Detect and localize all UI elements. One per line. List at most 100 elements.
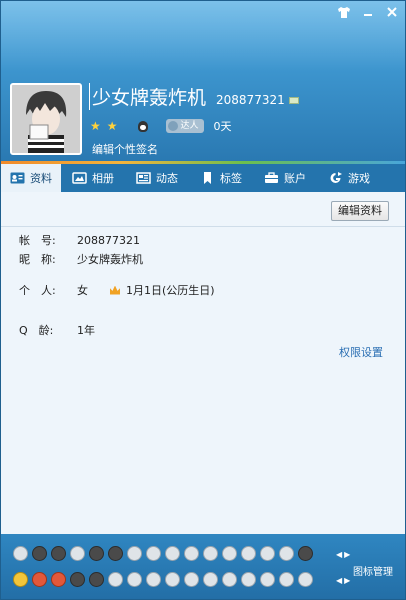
avatar-image xyxy=(12,85,80,153)
service-icon[interactable] xyxy=(89,572,104,587)
star-service-icon[interactable] xyxy=(241,546,256,561)
diamond-icon[interactable] xyxy=(203,546,218,561)
icon-manage-link[interactable]: 图标管理 xyxy=(353,563,393,578)
nickname-label: 昵 称: xyxy=(19,253,56,266)
tab-account[interactable]: 账户 xyxy=(253,164,317,192)
feed-icon xyxy=(136,172,151,184)
service-icon[interactable] xyxy=(279,572,294,587)
active-days: 0天 xyxy=(213,120,232,133)
photo-album-icon xyxy=(72,172,87,184)
service-icon[interactable] xyxy=(108,572,123,587)
nickname-field: 昵 称: 少女牌轰炸机 xyxy=(19,251,143,267)
profile-card-icon xyxy=(10,172,25,184)
gender-value: 女 xyxy=(77,284,88,297)
avatar[interactable] xyxy=(10,83,82,155)
divider xyxy=(1,226,405,227)
permission-settings-link[interactable]: 权限设置 xyxy=(339,344,383,360)
signature-field[interactable]: 编辑个性签名 xyxy=(92,141,158,157)
icon-row-bottom xyxy=(13,572,313,587)
service-icon[interactable] xyxy=(51,546,66,561)
birthday-icon xyxy=(110,285,120,295)
nickname-title[interactable]: 少女牌轰炸机 xyxy=(89,83,206,110)
personal-value: 女 1月1日(公历生日) xyxy=(77,282,215,298)
icon-row-arrows[interactable]: ◀ ▶ xyxy=(336,576,350,585)
icon-row-top xyxy=(13,546,313,561)
tab-label: 游戏 xyxy=(348,172,370,185)
diamond-icon[interactable] xyxy=(260,546,275,561)
service-icon[interactable] xyxy=(32,572,47,587)
window-controls xyxy=(337,7,399,21)
diamond-icon[interactable] xyxy=(127,546,142,561)
penguin-icon[interactable] xyxy=(137,120,148,132)
tab-album[interactable]: 相册 xyxy=(61,164,125,192)
service-icon[interactable] xyxy=(298,572,313,587)
tab-label: 账户 xyxy=(284,172,306,185)
tab-bar: 资料 相册 动态 标签 账户 游戏 xyxy=(1,164,405,192)
app-icon[interactable] xyxy=(70,572,85,587)
close-icon[interactable] xyxy=(385,7,399,21)
account-label: 帐 号: xyxy=(19,234,56,247)
minimize-icon[interactable] xyxy=(361,7,375,21)
qq-number-header: 208877321 xyxy=(216,93,299,107)
daren-badge[interactable]: 达人 xyxy=(165,119,204,133)
service-icon[interactable] xyxy=(184,572,199,587)
service-icon[interactable] xyxy=(13,546,28,561)
profile-content: 编辑资料 帐 号: 208877321 昵 称: 少女牌轰炸机 个 人: 女 1… xyxy=(1,192,405,534)
diamond-icon[interactable] xyxy=(146,546,161,561)
arrow-right-icon[interactable]: ▶ xyxy=(344,550,350,559)
wallet-icon xyxy=(265,172,278,183)
qage-label: Q 龄: xyxy=(19,324,54,337)
diamond-icon[interactable] xyxy=(184,546,199,561)
qq-number-text: 208877321 xyxy=(216,93,285,107)
copy-icon[interactable] xyxy=(288,97,299,104)
diamond-icon[interactable] xyxy=(222,546,237,561)
service-icon[interactable] xyxy=(165,572,180,587)
bookmark-icon xyxy=(204,172,211,184)
service-icon[interactable] xyxy=(32,546,47,561)
service-icon[interactable] xyxy=(108,546,123,561)
arrow-left-icon[interactable]: ◀ xyxy=(336,550,342,559)
edit-profile-button[interactable]: 编辑资料 xyxy=(331,201,389,221)
nickname-value[interactable]: 少女牌轰炸机 xyxy=(77,251,143,267)
qage-field: Q 龄: 1年 xyxy=(19,322,95,338)
icon-row-arrows[interactable]: ◀ ▶ xyxy=(336,550,350,559)
arrow-left-icon[interactable]: ◀ xyxy=(336,576,342,585)
icon-bar: ◀ ▶ ◀ ▶ 图标管理 xyxy=(1,534,405,599)
heart-icon[interactable] xyxy=(279,546,294,561)
skin-icon[interactable] xyxy=(337,7,351,21)
tab-games[interactable]: 游戏 xyxy=(317,164,381,192)
tab-tags[interactable]: 标签 xyxy=(189,164,253,192)
account-value[interactable]: 208877321 xyxy=(77,232,140,248)
star-icon[interactable]: ★ xyxy=(90,120,101,132)
tab-label: 相册 xyxy=(92,172,114,185)
arrow-right-icon[interactable]: ▶ xyxy=(344,576,350,585)
star-icon[interactable]: ★ xyxy=(107,120,118,132)
profile-window: 少女牌轰炸机 208877321 ★ ★ 达人 0天 编辑个性签名 资料 相册 … xyxy=(0,0,406,600)
service-icon[interactable] xyxy=(298,546,313,561)
service-icon[interactable] xyxy=(13,572,28,587)
tab-profile[interactable]: 资料 xyxy=(1,164,61,192)
level-badges: ★ ★ 达人 0天 xyxy=(90,118,232,134)
personal-label: 个 人: xyxy=(19,284,56,297)
game-icon xyxy=(330,172,342,183)
birthday-value: 1月1日(公历生日) xyxy=(126,284,215,297)
diamond-icon[interactable] xyxy=(165,546,180,561)
account-field: 帐 号: 208877321 xyxy=(19,232,140,248)
mail-icon[interactable] xyxy=(51,572,66,587)
service-icon[interactable] xyxy=(89,546,104,561)
tab-label: 标签 xyxy=(220,172,242,185)
profile-header: 少女牌轰炸机 208877321 ★ ★ 达人 0天 编辑个性签名 xyxy=(1,1,405,161)
shield-icon[interactable] xyxy=(127,572,142,587)
diamond-icon[interactable] xyxy=(70,546,85,561)
tab-label: 资料 xyxy=(30,172,52,185)
service-icon[interactable] xyxy=(241,572,256,587)
personal-field: 个 人: 女 1月1日(公历生日) xyxy=(19,282,215,298)
qage-value: 1年 xyxy=(77,324,95,337)
tab-feed[interactable]: 动态 xyxy=(125,164,189,192)
penguin-icon[interactable] xyxy=(203,572,218,587)
service-icon[interactable] xyxy=(146,572,161,587)
service-icon[interactable] xyxy=(260,572,275,587)
nickname-row: 少女牌轰炸机 208877321 xyxy=(89,83,299,110)
service-icon[interactable] xyxy=(222,572,237,587)
tab-label: 动态 xyxy=(156,172,178,185)
